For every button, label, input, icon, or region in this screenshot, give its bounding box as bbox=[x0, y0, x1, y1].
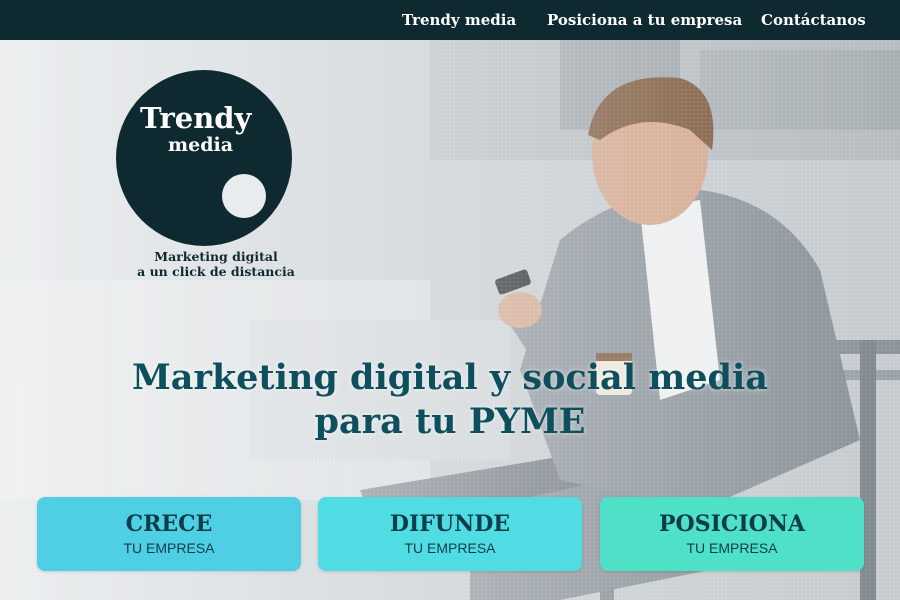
difunde-card-button[interactable]: DIFUNDE TU EMPRESA bbox=[318, 497, 582, 571]
card-subtitle: TU EMPRESA bbox=[404, 540, 496, 556]
logo-tagline: Marketing digital a un click de distanci… bbox=[116, 249, 316, 279]
card-subtitle: TU EMPRESA bbox=[686, 540, 778, 556]
headline-line-1: Marketing digital y social media bbox=[132, 357, 768, 398]
top-nav-bar: Trendy media Posiciona a tu empresa Cont… bbox=[0, 0, 900, 40]
logo-word-media: media bbox=[168, 134, 234, 156]
card-title: DIFUNDE bbox=[389, 511, 511, 537]
logo-word-trendy: Trendy bbox=[140, 101, 252, 135]
crece-card-button[interactable]: CRECE TU EMPRESA bbox=[37, 497, 301, 571]
hero-headline: Marketing digital y social media para tu… bbox=[0, 356, 900, 444]
card-title: POSICIONA bbox=[658, 511, 806, 537]
trendy-media-logo[interactable]: Trendy media bbox=[116, 70, 292, 246]
tagline-line-1: Marketing digital bbox=[154, 249, 278, 264]
logo-dot bbox=[222, 174, 266, 218]
tagline-line-2: a un click de distancia bbox=[137, 264, 295, 279]
nav-link-contactanos[interactable]: Contáctanos bbox=[761, 0, 866, 40]
posiciona-card-button[interactable]: POSICIONA TU EMPRESA bbox=[600, 497, 864, 571]
nav-link-trendy-media[interactable]: Trendy media bbox=[402, 0, 516, 40]
headline-line-2: para tu PYME bbox=[314, 401, 586, 442]
nav-link-posiciona[interactable]: Posiciona a tu empresa bbox=[547, 0, 742, 40]
card-title: CRECE bbox=[125, 511, 213, 537]
card-subtitle: TU EMPRESA bbox=[123, 540, 215, 556]
